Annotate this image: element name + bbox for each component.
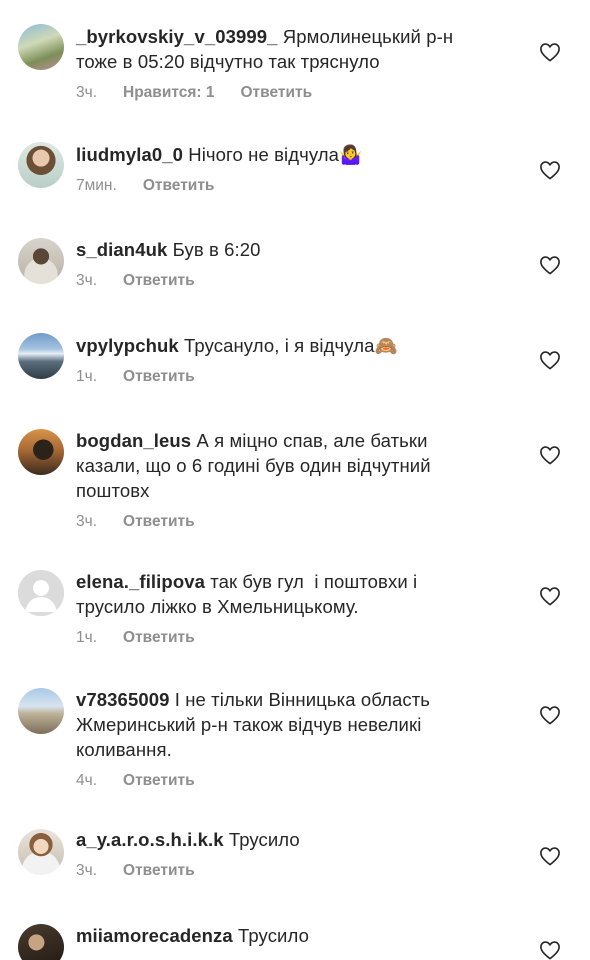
comment-text: Трусило (223, 829, 300, 850)
avatar[interactable] (18, 570, 64, 616)
comment-text: Трусило (232, 925, 309, 946)
comment-username[interactable]: liudmyla0_0 (76, 144, 183, 165)
comment-time: 3ч. (76, 513, 98, 530)
heart-icon[interactable] (539, 940, 561, 960)
heart-icon[interactable] (539, 846, 561, 866)
comment-username[interactable]: a_y.a.r.o.s.h.i.k.k (76, 829, 224, 850)
comment-time: 1ч. (76, 368, 98, 385)
avatar[interactable] (18, 333, 64, 379)
comment-username[interactable]: miiamorecadenza (76, 925, 233, 946)
avatar[interactable] (18, 924, 64, 960)
avatar[interactable] (18, 24, 64, 70)
reply-button[interactable]: Ответить (123, 862, 195, 880)
avatar[interactable] (18, 142, 64, 188)
reply-button[interactable]: Ответить (123, 629, 195, 647)
reply-button[interactable]: Ответить (123, 272, 195, 290)
comment-time: 3ч. (76, 84, 98, 101)
avatar[interactable] (18, 829, 64, 875)
avatar[interactable] (18, 429, 64, 475)
reply-button[interactable]: Ответить (143, 177, 215, 195)
comment-time: 7мин. (76, 177, 117, 194)
reply-button[interactable]: Ответить (123, 772, 195, 790)
comment-time: 4ч. (76, 772, 98, 789)
comment-text: І не тільки Вінницька область (169, 689, 431, 710)
comment-text: Трусануло, і я відчула🙈 (178, 335, 398, 356)
comment-text: поштовх (76, 480, 150, 501)
comment-text: казали, що о 6 годині був один відчутний (76, 455, 431, 476)
heart-icon[interactable] (539, 42, 561, 62)
heart-icon[interactable] (539, 160, 561, 180)
comment-username[interactable]: v78365009 (76, 689, 170, 710)
comment-time: 3ч. (76, 862, 98, 879)
comment-text: так був гул і поштовхи і (205, 571, 418, 592)
avatar[interactable] (18, 238, 64, 284)
heart-icon[interactable] (539, 255, 561, 275)
avatar[interactable] (18, 688, 64, 734)
comment-text: Нічого не відчула🤷‍♀️ (183, 144, 363, 165)
reply-button[interactable]: Ответить (241, 84, 313, 102)
heart-icon[interactable] (539, 586, 561, 606)
comment-text: коливання. (76, 739, 172, 760)
comment-username[interactable]: elena._filipova (76, 571, 205, 592)
comment-text: тоже в 05:20 відчутно так тряснуло (76, 51, 380, 72)
comments-list: _byrkovskiy_v_03999_ Ярмолинецький р-н т… (0, 0, 590, 960)
likes-count-link[interactable]: Нравится: 1 (123, 84, 214, 102)
comment-username[interactable]: bogdan_leus (76, 430, 191, 451)
default-user-icon (18, 570, 64, 616)
comment-username[interactable]: vpylypchuk (76, 335, 179, 356)
comment-time: 1ч. (76, 629, 98, 646)
heart-icon[interactable] (539, 705, 561, 725)
comment-username[interactable]: _byrkovskiy_v_03999_ (76, 26, 278, 47)
heart-icon[interactable] (539, 350, 561, 370)
comment-time: 3ч. (76, 272, 98, 289)
reply-button[interactable]: Ответить (123, 513, 195, 531)
heart-icon[interactable] (539, 445, 561, 465)
comment-username[interactable]: s_dian4uk (76, 239, 167, 260)
comment-text: А я міцно спав, але батьки (191, 430, 428, 451)
reply-button[interactable]: Ответить (123, 368, 195, 386)
comment-text: трусило ліжко в Хмельницькому. (76, 596, 359, 617)
comment-text: Був в 6:20 (167, 239, 261, 260)
comment-text: Жмеринський р-н також відчув невеликі (76, 714, 422, 735)
comment-text: Ярмолинецький р-н (277, 26, 454, 47)
